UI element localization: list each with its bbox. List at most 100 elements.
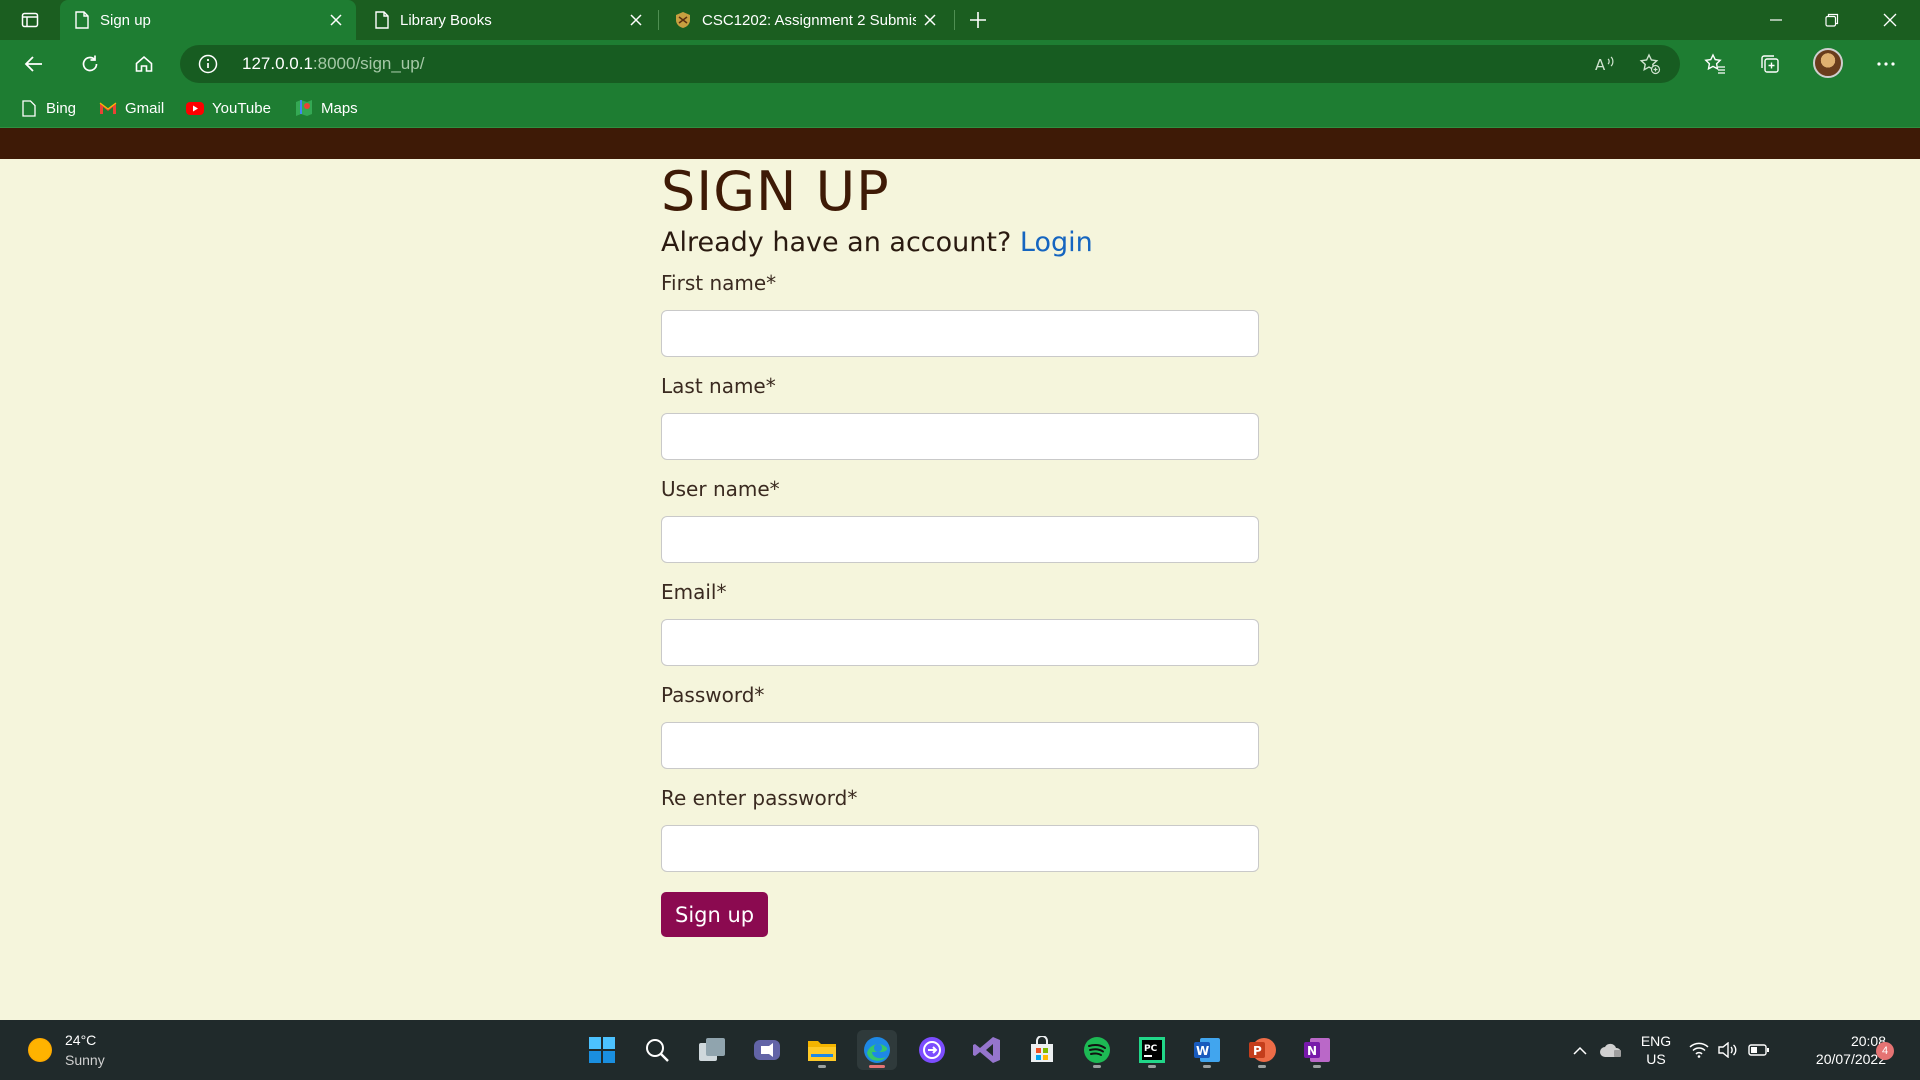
teams-chat-icon <box>754 1040 780 1060</box>
powerpoint-button[interactable]: P <box>1242 1030 1282 1070</box>
language-code: ENG <box>1640 1033 1672 1049</box>
profile-avatar[interactable] <box>1813 48 1843 78</box>
tab-sign-up[interactable]: Sign up <box>60 0 356 40</box>
file-explorer-button[interactable] <box>802 1030 842 1070</box>
confirm-password-label: Re enter password* <box>661 786 858 810</box>
home-button[interactable] <box>126 48 162 80</box>
collections-icon <box>1761 55 1779 73</box>
new-tab-button[interactable] <box>964 6 992 34</box>
svg-text:A: A <box>1595 56 1606 74</box>
favorites-list-icon <box>1704 53 1725 74</box>
university-crest-icon <box>676 12 690 28</box>
spotify-icon <box>1084 1037 1110 1063</box>
clock-date: 20/07/2022 <box>1815 1051 1886 1067</box>
tab-csc1202-assignment[interactable]: CSC1202: Assignment 2 Submiss <box>660 0 950 40</box>
notification-badge[interactable]: 4 <box>1876 1042 1894 1060</box>
back-button[interactable] <box>16 48 52 80</box>
home-icon <box>135 55 153 72</box>
close-tab-icon[interactable] <box>322 6 350 34</box>
word-icon: W <box>1194 1038 1220 1062</box>
tab-actions-button[interactable] <box>14 6 46 34</box>
chevron-up-icon <box>1573 1046 1587 1055</box>
pycharm-icon: PC <box>1139 1037 1165 1063</box>
cloud-icon <box>1600 1043 1622 1057</box>
close-window-button[interactable] <box>1862 0 1918 40</box>
refresh-button[interactable] <box>72 48 108 80</box>
site-info-icon[interactable] <box>198 54 218 74</box>
onedrive-button[interactable] <box>1596 1020 1626 1080</box>
login-link[interactable]: Login <box>1020 227 1093 258</box>
favorite-label: Bing <box>46 99 77 117</box>
restore-button[interactable] <box>1804 0 1860 40</box>
task-view-icon <box>699 1038 725 1061</box>
maps-icon <box>295 99 313 117</box>
address-bar[interactable]: 127.0.0.1:8000/sign_up/ A <box>180 45 1680 83</box>
settings-more-button[interactable] <box>1868 48 1904 80</box>
user-name-input[interactable] <box>661 516 1259 563</box>
weather-condition[interactable]: Sunny <box>65 1052 105 1068</box>
edge-icon <box>864 1037 890 1063</box>
windows-start-button[interactable] <box>582 1030 622 1070</box>
favorite-gmail[interactable]: Gmail <box>99 96 164 120</box>
minimize-button[interactable] <box>1748 0 1804 40</box>
spotify-button[interactable] <box>1077 1030 1117 1070</box>
close-tab-icon[interactable] <box>622 6 650 34</box>
input-language-indicator[interactable]: ENG US <box>1636 1032 1676 1068</box>
page-viewport: SIGN UP Already have an account? Login F… <box>0 128 1920 1020</box>
tab-title: Sign up <box>100 11 151 29</box>
tab-separator <box>954 10 955 30</box>
favorite-youtube[interactable]: YouTube <box>186 96 271 120</box>
tab-actions-icon <box>21 12 39 28</box>
favorites-button[interactable] <box>1697 48 1733 80</box>
teams-chat-button[interactable] <box>747 1030 787 1070</box>
tab-library-books[interactable]: Library Books <box>360 0 656 40</box>
running-indicator <box>1148 1065 1156 1068</box>
favorite-label: Gmail <box>125 99 165 117</box>
svg-text:PC: PC <box>1144 1044 1158 1054</box>
volume-button[interactable] <box>1715 1020 1741 1080</box>
password-label: Password* <box>661 683 765 707</box>
user-name-field: User name* <box>661 476 1261 563</box>
password-input[interactable] <box>661 722 1259 769</box>
word-button[interactable]: W <box>1187 1030 1227 1070</box>
edge-button[interactable] <box>857 1030 897 1070</box>
page-icon <box>20 99 38 117</box>
task-view-button[interactable] <box>692 1030 732 1070</box>
sun-icon[interactable] <box>28 1038 52 1062</box>
weather-temperature[interactable]: 24°C <box>65 1032 96 1048</box>
powerpoint-icon: P <box>1249 1038 1276 1062</box>
show-hidden-icons-button[interactable] <box>1568 1020 1592 1080</box>
search-button[interactable] <box>637 1030 677 1070</box>
add-favorite-button[interactable] <box>1636 50 1664 78</box>
pycharm-button[interactable]: PC <box>1132 1030 1172 1070</box>
close-tab-icon[interactable] <box>916 6 944 34</box>
email-input[interactable] <box>661 619 1259 666</box>
refresh-icon <box>82 55 98 72</box>
last-name-input[interactable] <box>661 413 1259 460</box>
read-aloud-button[interactable]: A <box>1591 50 1619 78</box>
last-name-field: Last name* <box>661 373 1261 460</box>
first-name-input[interactable] <box>661 310 1259 357</box>
visual-studio-button[interactable] <box>967 1030 1007 1070</box>
url-text[interactable]: 127.0.0.1:8000/sign_up/ <box>242 54 424 74</box>
sign-up-button[interactable]: Sign up <box>661 892 769 937</box>
password-field: Password* <box>661 682 1261 769</box>
search-icon <box>646 1039 669 1062</box>
favorites-bar: Bing Gmail YouTube Maps <box>0 88 1920 128</box>
battery-button[interactable] <box>1745 1020 1773 1080</box>
favorite-maps[interactable]: Maps <box>295 96 358 120</box>
microsoft-store-button[interactable] <box>1022 1030 1062 1070</box>
more-dots-icon <box>1877 62 1895 66</box>
browser-toolbar: 127.0.0.1:8000/sign_up/ A <box>0 40 1920 88</box>
app-button[interactable] <box>912 1030 952 1070</box>
onenote-button[interactable]: N <box>1297 1030 1337 1070</box>
wifi-button[interactable] <box>1686 1020 1712 1080</box>
tab-strip: Sign up Library Books CSC1202: Assignmen… <box>0 0 1920 40</box>
clock[interactable]: 20:08 20/07/2022 <box>1776 1032 1886 1068</box>
favorite-bing[interactable]: Bing <box>20 96 76 120</box>
favorite-label: Maps <box>321 99 358 117</box>
confirm-password-input[interactable] <box>661 825 1259 872</box>
page-title: SIGN UP <box>661 160 890 223</box>
collections-button[interactable] <box>1752 48 1788 80</box>
email-field: Email* <box>661 579 1261 666</box>
